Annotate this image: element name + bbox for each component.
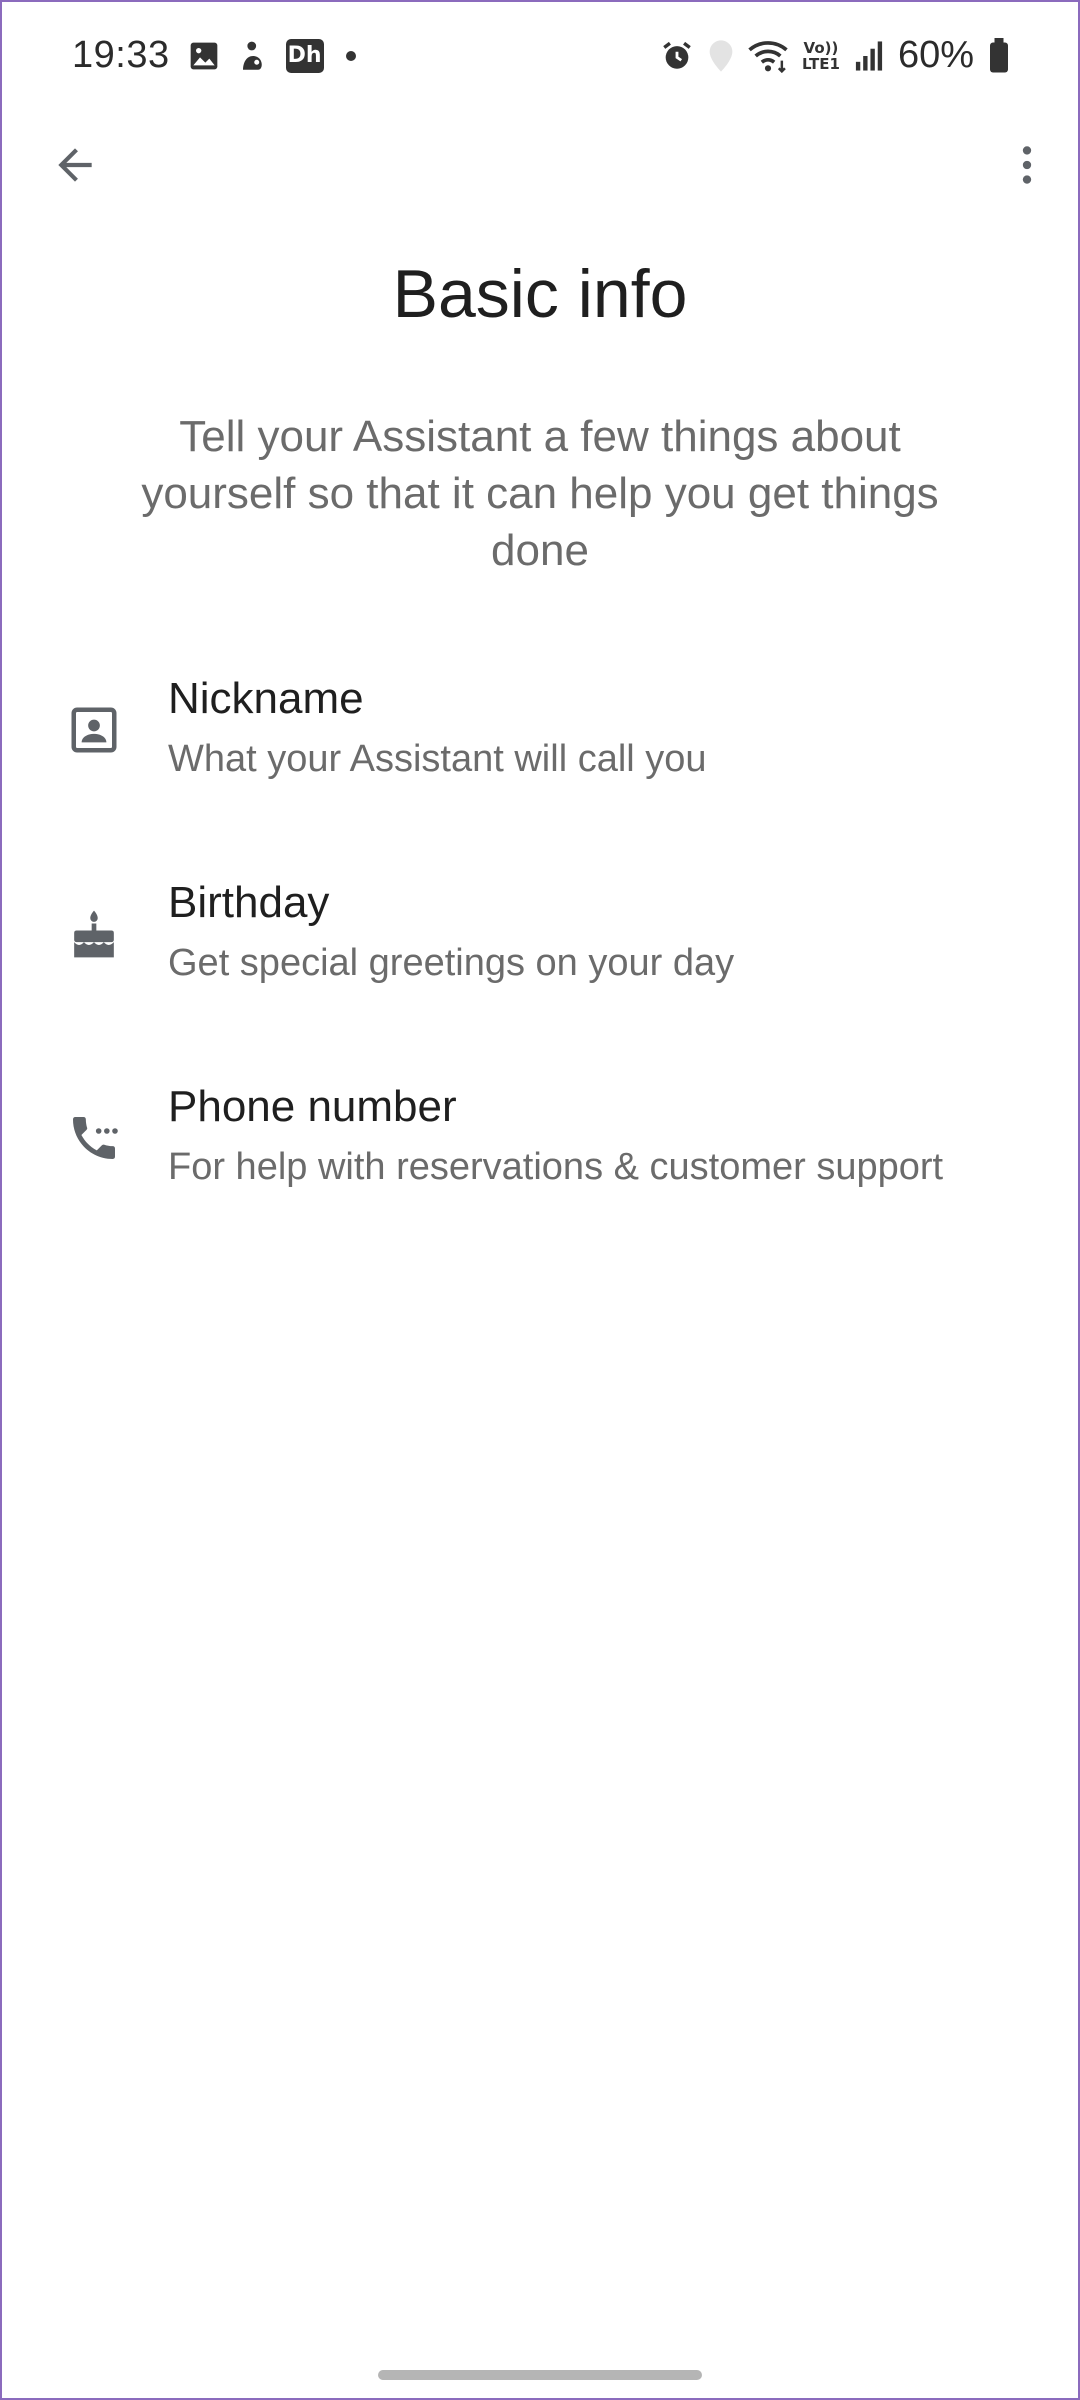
image-icon (188, 40, 220, 72)
gesture-nav-handle[interactable] (378, 2370, 702, 2380)
more-dot-icon (345, 50, 356, 61)
birthday-item[interactable]: Birthday Get special greetings on your d… (0, 854, 1080, 1034)
back-button[interactable] (40, 130, 110, 200)
birthday-subtitle: Get special greetings on your day (168, 942, 735, 984)
more-vert-icon (1022, 146, 1032, 184)
status-bar: 19:33 Dh Vo)) LTE1 60% (0, 0, 1080, 120)
nickname-item[interactable]: Nickname What your Assistant will call y… (0, 650, 1080, 830)
more-options-button[interactable] (992, 130, 1062, 200)
location-icon (708, 39, 734, 73)
volte-bottom-label: LTE1 (801, 54, 840, 73)
contact-card-icon (64, 700, 124, 760)
app-bar (0, 120, 1080, 200)
phone-number-subtitle: For help with reservations & customer su… (168, 1146, 944, 1188)
page-description: Tell your Assistant a few things about y… (141, 412, 939, 575)
dh-app-icon: Dh (285, 38, 324, 73)
app-notification-icon (238, 39, 268, 73)
battery-percent: 60% (897, 34, 974, 76)
status-right: Vo)) LTE1 60% (660, 34, 1010, 77)
alarm-icon (660, 39, 694, 73)
phone-number-item[interactable]: Phone number For help with reservations … (0, 1058, 1080, 1238)
battery-icon (988, 37, 1010, 74)
status-time: 19:33 (72, 34, 170, 76)
signal-icon (854, 40, 884, 72)
nickname-title: Nickname (168, 674, 364, 723)
cake-icon (64, 904, 124, 964)
status-left: 19:33 Dh (72, 34, 356, 77)
volte-top-label: Vo)) (803, 38, 839, 57)
phone-dialing-icon (64, 1108, 124, 1168)
wifi-icon (748, 39, 788, 73)
arrow-back-icon (58, 148, 92, 182)
volte-icon: Vo)) LTE1 (802, 40, 840, 72)
page-title: Basic info (392, 256, 688, 332)
birthday-title: Birthday (168, 878, 330, 927)
phone-number-title: Phone number (168, 1082, 457, 1131)
nickname-subtitle: What your Assistant will call you (168, 738, 707, 780)
